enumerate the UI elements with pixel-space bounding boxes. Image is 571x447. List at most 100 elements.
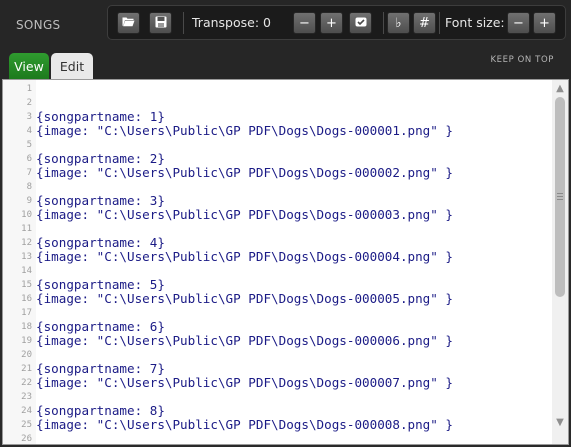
editor-line: 14	[3, 264, 552, 278]
line-number: 22	[21, 378, 32, 388]
transpose-label: Transpose: 0	[192, 15, 271, 30]
editor-line: 20	[3, 348, 552, 362]
flat-icon: ♭	[395, 15, 402, 31]
font-size-label: Font size:	[445, 15, 505, 30]
editor-line: 21 {songpartname: 7}	[3, 362, 552, 376]
line-number: 24	[21, 406, 32, 416]
editor-line: 2	[3, 96, 552, 110]
line-number: 7	[26, 168, 32, 178]
editor-line: 8	[3, 180, 552, 194]
editor-line: 26	[3, 432, 552, 444]
line-number: 16	[21, 294, 32, 304]
line-number: 10	[21, 210, 32, 220]
plus-icon: +	[326, 15, 337, 31]
editor-line: 10 {image: "C:\Users\Public\GP PDF\Dogs\D…	[3, 208, 552, 222]
line-number: 13	[21, 252, 32, 262]
editor-line: 18 {songpartname: 6}	[3, 320, 552, 334]
editor-line: 11	[3, 222, 552, 236]
save-floppy-icon	[155, 16, 167, 31]
tab-edit[interactable]: Edit	[51, 53, 93, 79]
code-text: {songpartname: 3}	[36, 193, 165, 208]
transpose-option-checkbox[interactable]	[349, 12, 372, 34]
code-text: {image: "C:\Users\Public\GP PDF\Dogs\Dog…	[36, 333, 454, 348]
editor-line: 23	[3, 390, 552, 404]
sharp-button[interactable]: #	[413, 12, 436, 34]
code-text: {songpartname: 7}	[36, 361, 165, 376]
folder-open-icon	[122, 16, 135, 30]
toolbar-divider	[183, 12, 184, 34]
code-text: {songpartname: 1}	[36, 109, 165, 124]
keep-on-top-toggle[interactable]: KEEP ON TOP	[490, 55, 554, 65]
line-number: 9	[26, 196, 32, 206]
tab-view[interactable]: View	[9, 53, 49, 79]
scroll-up-icon[interactable]: ▲	[554, 82, 566, 94]
code-text: {image: "C:\Users\Public\GP PDF\Dogs\Dog…	[36, 207, 454, 222]
editor-line: 3 {songpartname: 1}	[3, 110, 552, 124]
code-text: {songpartname: 5}	[36, 277, 165, 292]
line-number: 5	[26, 140, 32, 150]
editor-line: 13 {image: "C:\Users\Public\GP PDF\Dogs\D…	[3, 250, 552, 264]
line-number: 1	[26, 84, 32, 94]
grip-line	[557, 196, 563, 197]
editor-line: 4 {image: "C:\Users\Public\GP PDF\Dogs\Do…	[3, 124, 552, 138]
top-bar: SONGS Transpose: 0 − + ♭ # Font size: − …	[0, 0, 571, 79]
editor-line: 9 {songpartname: 3}	[3, 194, 552, 208]
code-text: {image: "C:\Users\Public\GP PDF\Dogs\Dog…	[36, 375, 454, 390]
code-text: {image: "C:\Users\Public\GP PDF\Dogs\Dog…	[36, 291, 454, 306]
editor-line: 15 {songpartname: 5}	[3, 278, 552, 292]
code-text: {songpartname: 4}	[36, 235, 165, 250]
editor-lines: 1 2 3 {songpartname: 1} 4 {image: "C:\Users\P…	[3, 82, 552, 444]
font-size-increase-button[interactable]: +	[533, 12, 556, 34]
editor-line: 22 {image: "C:\Users\Public\GP PDF\Dogs\D…	[3, 376, 552, 390]
code-text: {image: "C:\Users\Public\GP PDF\Dogs\Dog…	[36, 249, 454, 264]
editor-line: 6 {songpartname: 2}	[3, 152, 552, 166]
grip-line	[557, 199, 563, 200]
line-number: 21	[21, 364, 32, 374]
line-number: 8	[26, 182, 32, 192]
code-text: {songpartname: 6}	[36, 319, 165, 334]
editor-line: 5	[3, 138, 552, 152]
vertical-scrollbar[interactable]: ▲ ▼	[552, 80, 568, 444]
line-number: 6	[26, 154, 32, 164]
line-number: 12	[21, 238, 32, 248]
toolbar-divider	[439, 12, 440, 34]
line-number: 20	[21, 350, 32, 360]
editor-line: 24 {songpartname: 8}	[3, 404, 552, 418]
line-number: 18	[21, 322, 32, 332]
toolbar-divider	[383, 12, 384, 34]
line-number: 23	[21, 392, 32, 402]
code-text: {image: "C:\Users\Public\GP PDF\Dogs\Dog…	[36, 417, 454, 432]
line-number: 19	[21, 336, 32, 346]
grip-line	[557, 193, 563, 194]
plus-icon: +	[539, 15, 550, 31]
line-number: 14	[21, 266, 32, 276]
code-text: {songpartname: 8}	[36, 403, 165, 418]
font-size-decrease-button[interactable]: −	[507, 12, 530, 34]
line-number: 11	[21, 224, 32, 234]
songs-title: SONGS	[16, 18, 61, 32]
editor-line: 12 {songpartname: 4}	[3, 236, 552, 250]
line-number: 25	[21, 420, 32, 430]
transpose-up-button[interactable]: +	[320, 12, 343, 34]
code-text: {songpartname: 2}	[36, 151, 165, 166]
scrollbar-thumb[interactable]	[555, 97, 565, 297]
save-file-button[interactable]	[149, 12, 172, 34]
checkbox-icon	[355, 17, 367, 30]
code-text: {image: "C:\Users\Public\GP PDF\Dogs\Dog…	[36, 165, 454, 180]
editor-line: 19 {image: "C:\Users\Public\GP PDF\Dogs\D…	[3, 334, 552, 348]
editor-line: 17	[3, 306, 552, 320]
line-number: 3	[26, 112, 32, 122]
editor-line: 7 {image: "C:\Users\Public\GP PDF\Dogs\Do…	[3, 166, 552, 180]
flat-button[interactable]: ♭	[387, 12, 410, 34]
line-number: 2	[26, 98, 32, 108]
chordpro-editor[interactable]: 1 2 3 {songpartname: 1} 4 {image: "C:\Users\P…	[2, 79, 569, 445]
open-file-button[interactable]	[117, 12, 140, 34]
code-text: {image: "C:\Users\Public\GP PDF\Dogs\Dog…	[36, 123, 454, 138]
editor-line: 16 {image: "C:\Users\Public\GP PDF\Dogs\D…	[3, 292, 552, 306]
transpose-down-button[interactable]: −	[293, 12, 316, 34]
line-number: 4	[26, 126, 32, 136]
minus-icon: −	[513, 15, 524, 31]
sharp-icon: #	[419, 15, 430, 31]
line-number: 26	[21, 434, 32, 444]
scroll-down-icon[interactable]: ▼	[554, 416, 566, 428]
